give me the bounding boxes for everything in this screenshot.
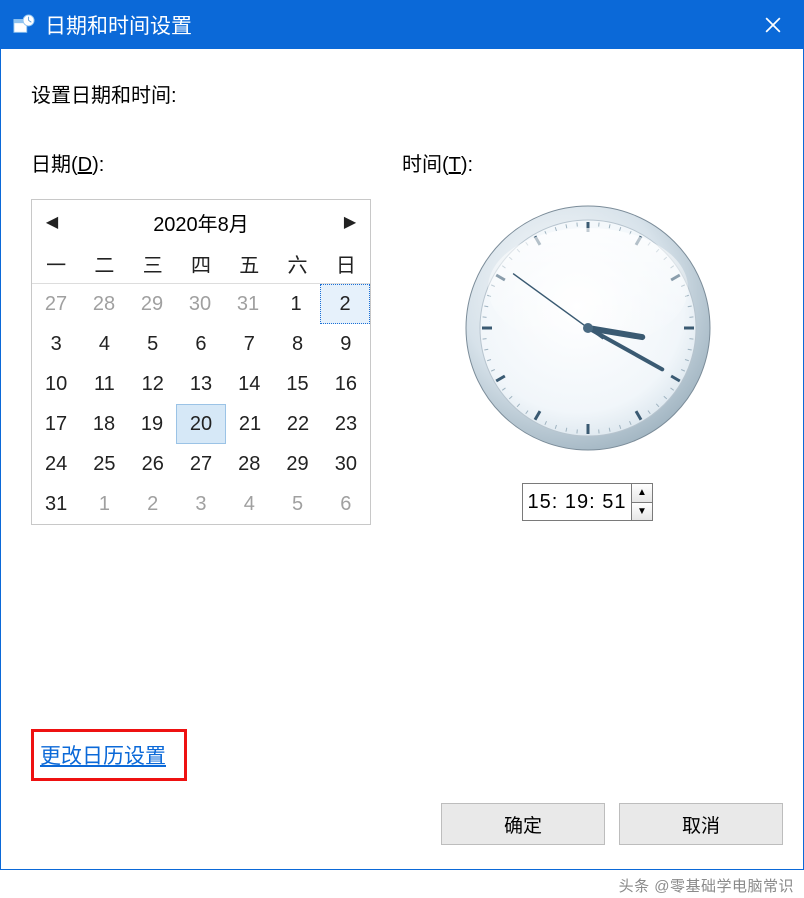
calendar-day[interactable]: 30	[322, 444, 370, 484]
calendar-day[interactable]: 5	[273, 484, 321, 524]
calendar-day[interactable]: 21	[226, 404, 274, 444]
time-column: 时间(T):	[402, 148, 773, 525]
watermark: 头条 @零基础学电脑常识	[619, 875, 794, 896]
calendar-dow: 二	[80, 244, 128, 284]
calendar-day[interactable]: 5	[129, 324, 177, 364]
calendar-day[interactable]: 2	[320, 284, 370, 324]
ok-button[interactable]: 确定	[441, 803, 605, 845]
calendar-day[interactable]: 7	[225, 324, 273, 364]
calendar-dow: 日	[322, 244, 370, 284]
date-label: 日期(D):	[31, 148, 402, 177]
date-label-prefix: 日期(	[31, 154, 78, 176]
calendar-day[interactable]: 29	[273, 444, 321, 484]
change-calendar-settings-link[interactable]: 更改日历设置	[40, 745, 166, 768]
calendar-day[interactable]: 12	[129, 364, 177, 404]
date-label-key: D	[78, 154, 92, 176]
calendar-grid: 一二三四五六日272829303112345678910111213141516…	[32, 244, 370, 524]
calendar-day[interactable]: 28	[80, 284, 128, 324]
window-title: 日期和时间设置	[45, 10, 192, 40]
calendar-day[interactable]: 8	[273, 324, 321, 364]
date-column: 日期(D): ◀ 2020年8月 ▶ 一二三四五六日27282930311234…	[31, 148, 402, 525]
calendar-prev-button[interactable]: ◀	[34, 200, 70, 244]
dialog-heading: 设置日期和时间:	[31, 79, 773, 108]
calendar-day[interactable]: 25	[80, 444, 128, 484]
calendar-dow: 三	[129, 244, 177, 284]
calendar-day[interactable]: 17	[32, 404, 80, 444]
time-label: 时间(T):	[402, 148, 773, 177]
time-label-prefix: 时间(	[402, 154, 449, 176]
calendar-day[interactable]: 24	[32, 444, 80, 484]
calendar-dow: 一	[32, 244, 80, 284]
calendar-day[interactable]: 23	[322, 404, 370, 444]
calendar-day[interactable]: 20	[176, 404, 226, 444]
calendar-day[interactable]: 15	[273, 364, 321, 404]
time-label-key: T	[449, 154, 461, 176]
calendar-day[interactable]: 19	[128, 404, 176, 444]
time-spin-up[interactable]: ▲	[632, 484, 652, 503]
time-spin-down[interactable]: ▼	[632, 503, 652, 521]
calendar-day[interactable]: 1	[80, 484, 128, 524]
time-label-suffix: ):	[461, 154, 473, 176]
calendar-day[interactable]: 26	[129, 444, 177, 484]
calendar-day[interactable]: 31	[224, 284, 272, 324]
calendar-day[interactable]: 27	[32, 284, 80, 324]
calendar-dow: 四	[177, 244, 225, 284]
calendar-day[interactable]: 4	[225, 484, 273, 524]
date-time-icon	[13, 14, 35, 36]
cancel-button[interactable]: 取消	[619, 803, 783, 845]
close-button[interactable]	[743, 1, 803, 49]
calendar-day[interactable]: 6	[177, 324, 225, 364]
calendar-day[interactable]: 10	[32, 364, 80, 404]
calendar-title[interactable]: 2020年8月	[153, 208, 249, 237]
calendar-day[interactable]: 16	[322, 364, 370, 404]
calendar-header: ◀ 2020年8月 ▶	[32, 200, 370, 244]
calendar-day[interactable]: 3	[32, 324, 80, 364]
calendar-next-button[interactable]: ▶	[332, 200, 368, 244]
calendar-day[interactable]: 1	[272, 284, 320, 324]
titlebar: 日期和时间设置	[1, 1, 803, 49]
calendar-dow: 五	[225, 244, 273, 284]
time-input[interactable]	[523, 484, 631, 520]
calendar-day[interactable]: 28	[225, 444, 273, 484]
calendar-day[interactable]: 27	[177, 444, 225, 484]
time-spinner: ▲ ▼	[522, 483, 653, 521]
calendar-day[interactable]: 9	[322, 324, 370, 364]
dialog-buttons: 确定 取消	[441, 803, 783, 845]
calendar-day[interactable]: 4	[80, 324, 128, 364]
dialog-content: 设置日期和时间: 日期(D): ◀ 2020年8月 ▶ 一二三四五六日27282…	[1, 49, 803, 525]
calendar-dow: 六	[273, 244, 321, 284]
calendar-day[interactable]: 31	[32, 484, 80, 524]
dialog-window: 日期和时间设置 设置日期和时间: 日期(D): ◀ 2020年8月 ▶ 一二三四…	[0, 0, 804, 870]
calendar-day[interactable]: 2	[129, 484, 177, 524]
calendar-day[interactable]: 18	[80, 404, 128, 444]
calendar-day[interactable]: 22	[274, 404, 322, 444]
calendar-day[interactable]: 11	[80, 364, 128, 404]
change-calendar-settings-highlight: 更改日历设置	[31, 729, 187, 781]
calendar-day[interactable]: 3	[177, 484, 225, 524]
time-spin-buttons: ▲ ▼	[631, 484, 652, 520]
date-label-suffix: ):	[92, 154, 104, 176]
calendar-day[interactable]: 29	[128, 284, 176, 324]
calendar-day[interactable]: 30	[176, 284, 224, 324]
calendar: ◀ 2020年8月 ▶ 一二三四五六日272829303112345678910…	[31, 199, 371, 525]
clock-area: ▲ ▼	[402, 199, 773, 521]
calendar-day[interactable]: 6	[322, 484, 370, 524]
analog-clock	[463, 203, 713, 453]
calendar-day[interactable]: 14	[225, 364, 273, 404]
calendar-day[interactable]: 13	[177, 364, 225, 404]
